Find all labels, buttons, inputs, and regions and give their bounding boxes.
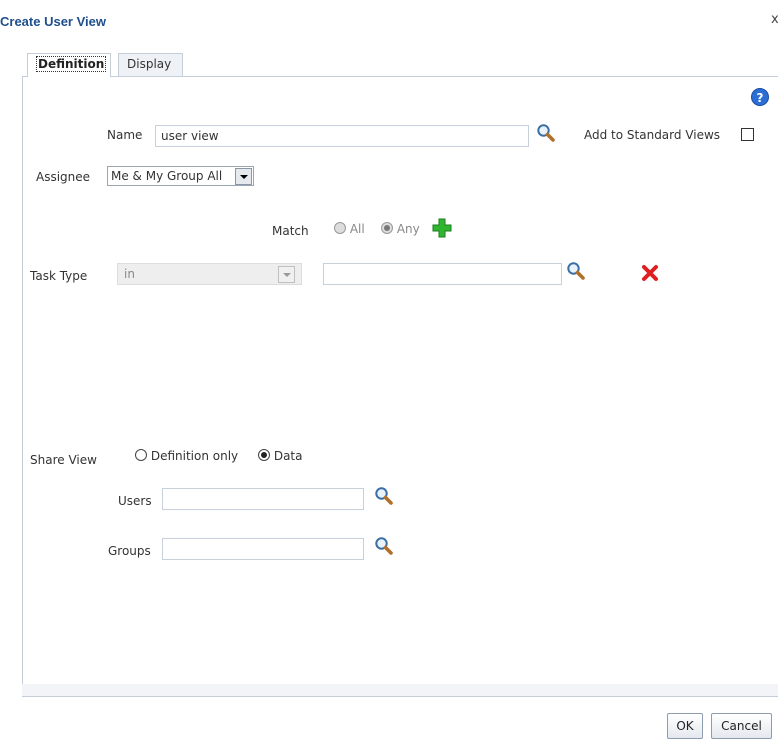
tab-display-label: Display [127, 57, 172, 71]
match-all-label: All [349, 222, 365, 236]
share-definition-only-option[interactable]: Definition only [135, 449, 238, 463]
assignee-label: Assignee [36, 170, 91, 184]
name-label: Name [107, 128, 143, 142]
share-data-radio[interactable] [258, 449, 270, 461]
add-standard-views-label: Add to Standard Views [584, 128, 721, 142]
add-icon[interactable] [432, 218, 452, 238]
groups-label: Groups [108, 544, 151, 558]
match-label: Match [272, 224, 309, 238]
share-data-label: Data [273, 449, 303, 463]
help-icon[interactable]: ? [751, 88, 769, 106]
tab-definition[interactable]: Definition [27, 53, 111, 77]
match-any-label: Any [396, 222, 420, 236]
search-icon[interactable] [374, 486, 394, 506]
users-input[interactable] [162, 488, 364, 510]
task-type-label: Task Type [30, 269, 88, 283]
share-data-option[interactable]: Data [258, 449, 302, 463]
task-type-operator-select[interactable]: in [117, 263, 302, 285]
match-all-option[interactable]: All [334, 222, 365, 236]
match-any-radio[interactable] [381, 222, 393, 234]
users-label: Users [118, 494, 152, 508]
groups-input[interactable] [162, 538, 364, 560]
match-any-option[interactable]: Any [381, 222, 420, 236]
task-type-operator-value: in [124, 267, 135, 281]
cancel-button[interactable]: Cancel [711, 713, 772, 739]
share-definition-only-radio[interactable] [135, 449, 147, 461]
assignee-value: Me & My Group All [111, 169, 223, 183]
chevron-down-icon [235, 168, 252, 185]
tab-display[interactable]: Display [118, 53, 183, 76]
share-definition-only-label: Definition only [150, 449, 239, 463]
search-icon[interactable] [536, 123, 556, 143]
match-all-radio[interactable] [334, 222, 346, 234]
tab-definition-label: Definition [36, 56, 107, 72]
share-view-label: Share View [30, 453, 97, 467]
ok-button[interactable]: OK [667, 713, 703, 739]
add-standard-views-checkbox[interactable] [741, 128, 754, 141]
name-input[interactable]: user view [155, 125, 529, 147]
task-type-value-input[interactable] [323, 263, 562, 285]
delete-icon[interactable] [641, 264, 659, 282]
search-icon[interactable] [566, 261, 586, 281]
dialog-title: Create User View [0, 14, 106, 29]
panel-footer-bar [22, 684, 778, 697]
search-icon[interactable] [374, 536, 394, 556]
assignee-select[interactable]: Me & My Group All [107, 166, 254, 186]
close-icon[interactable]: x [771, 12, 778, 27]
chevron-down-icon [278, 266, 295, 283]
